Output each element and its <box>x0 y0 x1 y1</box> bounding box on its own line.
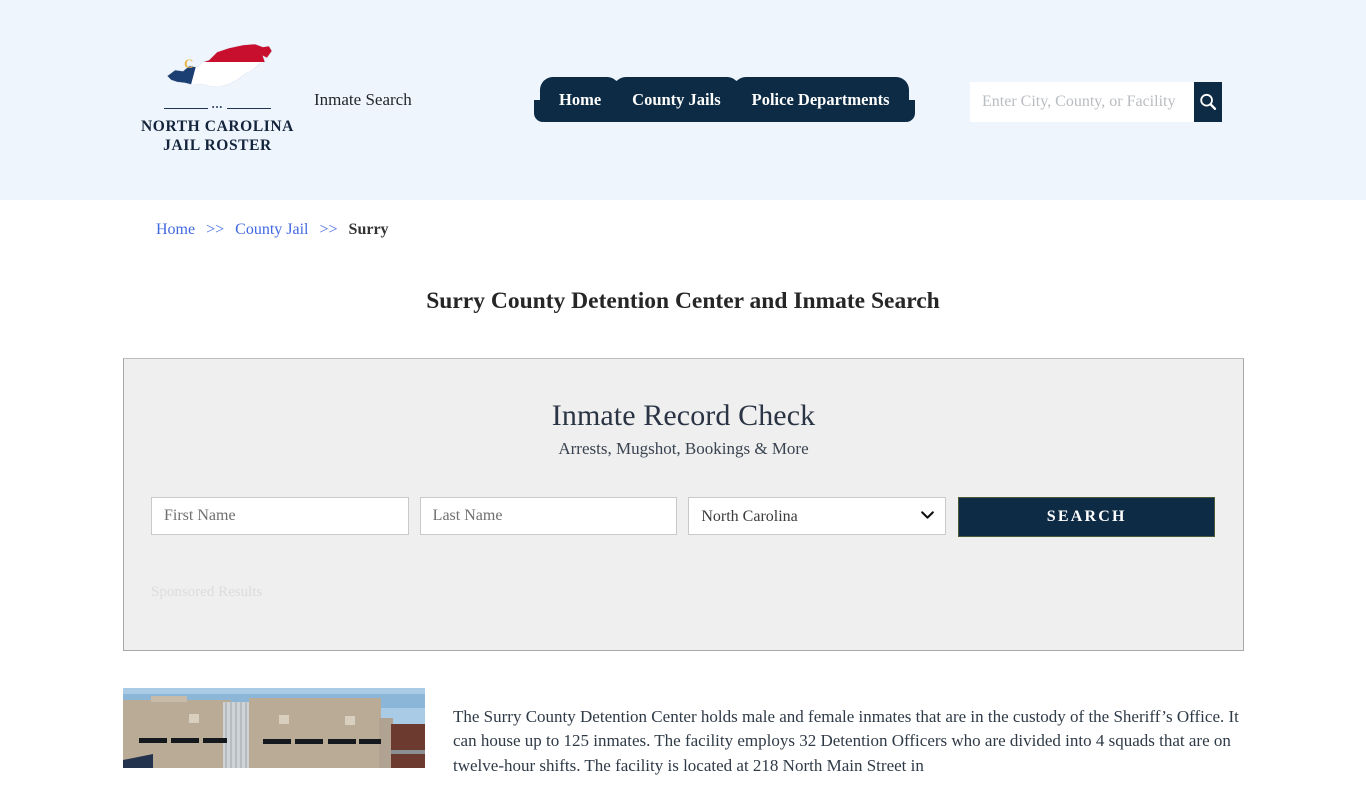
site-tagline: Inmate Search <box>314 90 412 109</box>
facility-content: The Surry County Detention Center holds … <box>123 688 1244 795</box>
facility-photo <box>123 688 425 768</box>
nav-item-home-label: Home <box>559 89 602 109</box>
logo-text-line1: NORTH CAROLINA <box>141 118 294 135</box>
breadcrumb: Home >> County Jail >> Surry <box>156 221 389 239</box>
logo-text-line2: JAIL ROSTER <box>163 137 272 155</box>
nav-item-police-departments[interactable]: Police Departments <box>726 77 915 122</box>
state-select[interactable]: North Carolina <box>688 497 947 535</box>
breadcrumb-item-county-jail[interactable]: County Jail <box>235 221 308 238</box>
page-title: Surry County Detention Center and Inmate… <box>426 287 940 314</box>
panel-title: Inmate Record Check <box>551 399 816 432</box>
main-navigation: Home County Jails Police Departments <box>533 77 915 122</box>
nav-item-police-departments-label: Police Departments <box>751 89 890 109</box>
search-icon <box>1200 93 1217 110</box>
breadcrumb-item-current: Surry <box>348 221 389 238</box>
svg-text:C: C <box>184 56 193 71</box>
nav-item-county-jails-label: County Jails <box>632 89 721 109</box>
site-header: C ••• NORTH CAROLINA JAIL ROSTER Inmate … <box>0 0 1366 200</box>
north-carolina-map-icon: C <box>166 43 272 88</box>
detention-center-building-image <box>123 688 425 768</box>
first-name-input[interactable] <box>151 497 409 535</box>
state-select-wrapper: North Carolina <box>688 497 947 535</box>
panel-subtitle: Arrests, Mugshot, Bookings & More <box>558 439 809 458</box>
nav-item-home[interactable]: Home <box>533 77 627 122</box>
last-name-input[interactable] <box>419 497 678 535</box>
inmate-search-form: North Carolina SEARCH <box>151 497 1215 537</box>
header-search <box>970 82 1222 122</box>
search-records-button[interactable]: SEARCH <box>958 497 1215 537</box>
inmate-record-check-panel: Inmate Record Check Arrests, Mugshot, Bo… <box>123 358 1244 651</box>
header-search-input[interactable] <box>970 82 1194 122</box>
logo-divider-dots: ••• <box>211 103 224 112</box>
breadcrumb-item-home[interactable]: Home <box>156 221 195 238</box>
sponsored-results-label: Sponsored Results <box>151 584 263 600</box>
breadcrumb-separator-1: >> <box>206 221 225 238</box>
logo-divider: ••• <box>140 104 295 112</box>
header-search-button[interactable] <box>1194 82 1222 122</box>
facility-description: The Surry County Detention Center holds … <box>453 707 1239 775</box>
breadcrumb-separator-2: >> <box>319 221 338 238</box>
site-logo[interactable]: C ••• NORTH CAROLINA JAIL ROSTER <box>140 40 295 156</box>
nav-item-county-jails[interactable]: County Jails <box>607 77 747 122</box>
